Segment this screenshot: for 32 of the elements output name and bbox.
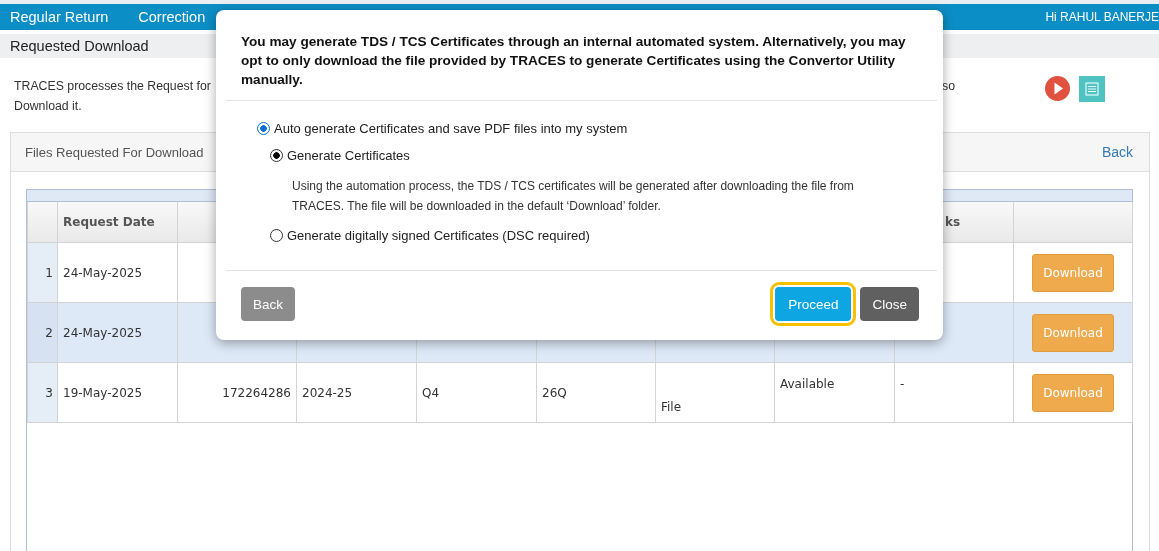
nav-link[interactable]: Regular Return xyxy=(10,9,109,25)
row-number: 3 xyxy=(27,362,58,423)
download-button[interactable]: Download xyxy=(1032,313,1114,352)
download-button[interactable]: Download xyxy=(1032,373,1114,412)
row-number: 2 xyxy=(27,302,58,363)
back-button[interactable]: Back xyxy=(241,287,295,321)
info-text: Download it. xyxy=(14,98,82,115)
play-icon[interactable] xyxy=(1045,76,1070,101)
table-cell: File xyxy=(655,362,775,423)
table-cell: 24-May-2025 xyxy=(57,302,178,363)
table-cell: Q4 xyxy=(416,362,537,423)
option-description: Using the automation process, the TDS / TCS certificates will be generated after downloading the file from TRACES. The file will be downloaded in the default ‘Download’ folder. xyxy=(291,178,855,215)
download-button[interactable]: Download xyxy=(1032,253,1114,292)
radio-option[interactable]: Auto generate Certificates and save PDF files into my system xyxy=(257,121,937,136)
radio-option[interactable]: Generate Certificates xyxy=(270,148,937,163)
table-cell: - xyxy=(894,362,1014,423)
row-number: 1 xyxy=(27,242,58,303)
close-button[interactable]: Close xyxy=(860,287,919,321)
table-cell: 2024-25 xyxy=(296,362,417,423)
info-text: so xyxy=(942,78,955,95)
dialog-message: You may generate TDS / TCS Certificates through an internal automated system. Alternatively, you may opt to only download the file provided by TRACES to generate Certificates using the Convertor Utility manually. xyxy=(226,10,937,101)
user-greeting: Hi RAHUL BANERJE xyxy=(1045,10,1159,24)
panel-title: Files Requested For Download xyxy=(25,144,204,160)
table-cell: 172264286 xyxy=(177,362,297,423)
table-cell: Available xyxy=(774,362,895,423)
table-cell: 19-May-2025 xyxy=(57,362,178,423)
info-text: TRACES processes the Request for xyxy=(14,78,211,95)
table-cell: 24-May-2025 xyxy=(57,242,178,303)
back-link[interactable]: Back xyxy=(1101,144,1133,160)
nav-link[interactable]: Correction xyxy=(138,9,206,25)
column-header: Request Date xyxy=(57,202,178,243)
table-cell: 26Q xyxy=(536,362,656,423)
